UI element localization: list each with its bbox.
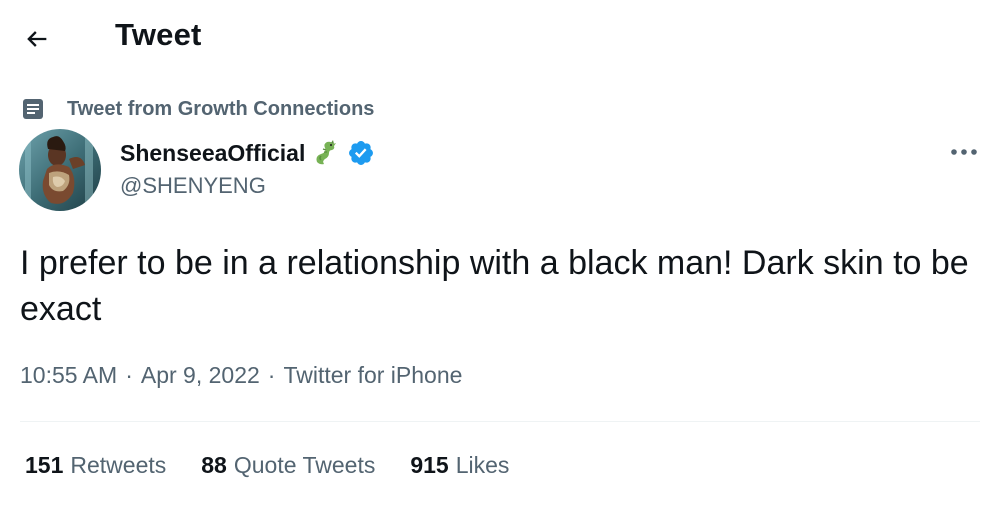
retweets-stat[interactable]: 151 Retweets	[25, 452, 166, 479]
tweet-date[interactable]: Apr 9, 2022	[141, 362, 260, 389]
page-header: Tweet	[0, 0, 1000, 76]
more-dots-icon	[951, 149, 977, 155]
tweet-time[interactable]: 10:55 AM	[20, 362, 117, 389]
author-name[interactable]: ShenseeaOfficial	[120, 140, 305, 167]
tweet-meta: 10:55 AM · Apr 9, 2022 · Twitter for iPh…	[20, 362, 462, 389]
dragon-icon	[311, 138, 341, 168]
quote-tweets-stat[interactable]: 88 Quote Tweets	[201, 452, 375, 479]
likes-stat[interactable]: 915 Likes	[410, 452, 509, 479]
divider	[20, 421, 980, 422]
social-context-link[interactable]: Tweet from Growth Connections	[67, 98, 374, 121]
tweet-stats: 151 Retweets 88 Quote Tweets 915 Likes	[25, 452, 544, 479]
page-title: Tweet	[115, 17, 202, 52]
likes-count: 915	[410, 452, 449, 478]
tweet-source[interactable]: Twitter for iPhone	[283, 362, 462, 389]
author-name-row: ShenseeaOfficial	[120, 137, 375, 169]
avatar[interactable]	[19, 129, 101, 211]
meta-separator: ·	[267, 362, 276, 388]
author-handle[interactable]: @SHENYENG	[120, 173, 266, 199]
social-context: Tweet from Growth Connections	[22, 95, 374, 123]
arrow-left-icon	[27, 31, 47, 47]
tweet-page: Tweet Tweet from Growth Connections Shen…	[0, 0, 1000, 506]
more-options-button[interactable]	[946, 140, 982, 164]
retweets-label: Retweets	[70, 452, 167, 478]
retweets-count: 151	[25, 452, 64, 478]
list-icon	[22, 98, 44, 120]
back-button[interactable]	[20, 22, 54, 56]
verified-badge-icon	[347, 139, 375, 167]
quote-tweets-count: 88	[201, 452, 227, 478]
tweet-text: I prefer to be in a relationship with a …	[20, 244, 969, 328]
quote-tweets-label: Quote Tweets	[233, 452, 376, 478]
likes-label: Likes	[455, 452, 510, 478]
meta-separator: ·	[125, 362, 133, 388]
